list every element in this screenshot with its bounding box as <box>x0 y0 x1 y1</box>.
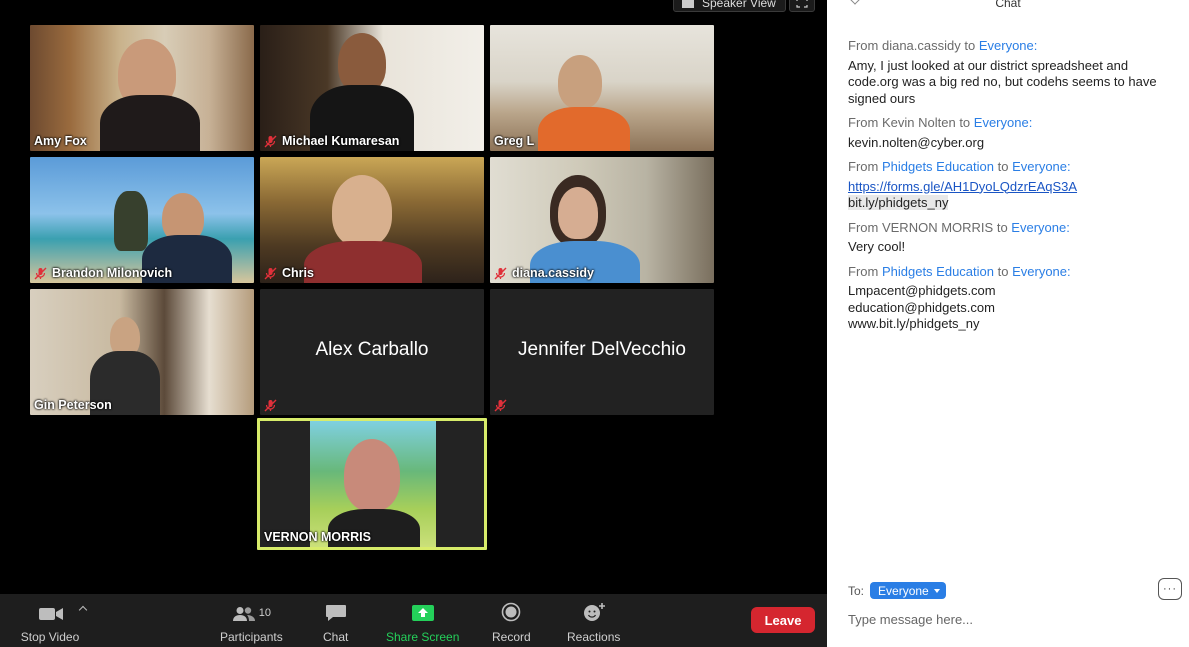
recipient-value: Everyone <box>878 583 929 598</box>
participant-video <box>338 33 386 93</box>
share-screen-icon <box>411 605 434 621</box>
message-text: www.bit.ly/phidgets_ny <box>848 316 980 331</box>
message-header: From VERNON MORRIS to Everyone: <box>848 219 1070 235</box>
message-recipient: Everyone: <box>1011 219 1070 235</box>
chat-message: From diana.cassidy to Everyone: Amy, I j… <box>848 38 1178 107</box>
video-options-caret-icon[interactable] <box>78 605 88 615</box>
background-rock <box>114 191 148 251</box>
video-tile[interactable]: diana.cassidy <box>490 157 714 283</box>
message-link[interactable]: https://forms.gle/AH1DyoLQdzrEAqS3A <box>848 179 1178 196</box>
chat-bubble-icon <box>325 605 346 621</box>
message-recipient: Everyone: <box>973 115 1033 130</box>
speaker-view-label: Speaker View <box>702 0 776 10</box>
message-header: From Phidgets Education to Everyone: <box>848 159 1071 174</box>
participant-head <box>344 439 400 511</box>
share-screen-button[interactable]: Share Screen <box>386 600 459 644</box>
leave-button[interactable]: Leave <box>751 607 815 633</box>
message-sender: Phidgets Education <box>881 159 994 174</box>
participant-name: Chris <box>264 266 314 280</box>
chat-button[interactable]: Chat <box>323 600 348 644</box>
participant-name: Jennifer DelVecchio <box>518 339 686 360</box>
video-tile[interactable]: Chris <box>260 157 484 283</box>
chat-message-input[interactable] <box>848 608 1168 630</box>
message-header: From Phidgets Education to Everyone: <box>848 263 1071 279</box>
participant-body <box>538 107 630 151</box>
participant-name: VERNON MORRIS <box>264 530 371 544</box>
message-text: education@phidgets.com <box>848 299 995 315</box>
message-recipient: Everyone: <box>1012 159 1071 174</box>
record-button[interactable]: Record <box>492 600 531 644</box>
more-options-button[interactable]: ··· <box>1158 578 1182 600</box>
meeting-toolbar: Stop Video 10 Participants Chat Share Sc… <box>0 594 827 647</box>
participant-name: Greg L <box>494 134 535 148</box>
participant-name: Gin Peterson <box>34 398 112 412</box>
chat-title: Chat <box>995 0 1021 10</box>
muted-mic-icon <box>494 267 507 280</box>
participant-name: Alex Carballo <box>315 339 429 360</box>
stop-video-button[interactable]: Stop Video <box>20 600 80 644</box>
participant-video <box>558 187 598 239</box>
chat-panel: Chat From diana.cassidy to Everyone: Amy… <box>827 0 1189 647</box>
zoom-meeting-window: Speaker View Amy Fox Michael Kumaresan G… <box>0 0 1189 647</box>
reactions-button[interactable]: Reactions <box>567 600 620 644</box>
chat-message: From VERNON MORRIS to Everyone: Very coo… <box>848 220 1178 256</box>
muted-mic-icon <box>264 267 277 280</box>
participant-video <box>332 175 392 247</box>
video-gallery: Speaker View Amy Fox Michael Kumaresan G… <box>0 0 827 594</box>
chat-recipient-row: To: Everyone <box>848 582 946 599</box>
video-tile[interactable]: Greg L <box>490 25 714 151</box>
participant-video <box>558 55 602 109</box>
message-text: kevin.nolten@cyber.org <box>848 134 985 150</box>
muted-mic-icon <box>264 399 277 412</box>
message-recipient: Everyone: <box>978 38 1038 53</box>
video-camera-icon <box>39 608 63 620</box>
chevron-down-icon <box>933 588 940 593</box>
chat-message-list[interactable]: From diana.cassidy to Everyone: Amy, I j… <box>848 38 1178 341</box>
video-tile[interactable]: Jennifer DelVecchio <box>490 289 714 415</box>
participant-body <box>100 95 200 151</box>
muted-mic-icon <box>494 399 507 412</box>
speaker-view-button[interactable]: Speaker View <box>673 0 786 12</box>
message-recipient: Everyone: <box>1012 263 1071 279</box>
participant-name: Amy Fox <box>34 134 87 148</box>
message-sender: Phidgets Education <box>881 263 994 279</box>
emoji-plus-icon <box>583 603 605 621</box>
active-speaker-tile[interactable]: VERNON MORRIS <box>257 418 487 550</box>
video-tile[interactable]: Amy Fox <box>30 25 254 151</box>
fullscreen-button[interactable] <box>789 0 815 12</box>
chat-message: From Phidgets Education to Everyone: htt… <box>848 159 1178 212</box>
muted-mic-icon <box>34 267 47 280</box>
video-tile[interactable]: Alex Carballo <box>260 289 484 415</box>
message-text: bit.ly/phidgets_ny <box>848 195 949 210</box>
fullscreen-icon <box>796 0 808 8</box>
to-label: To: <box>848 583 865 598</box>
message-sender: VERNON MORRIS <box>881 219 994 235</box>
chat-message: From Kevin Nolten to Everyone: kevin.nol… <box>848 115 1178 151</box>
message-header: From Kevin Nolten to Everyone: <box>848 115 1033 130</box>
participant-video <box>310 421 436 547</box>
video-tile[interactable]: Gin Peterson <box>30 289 254 415</box>
message-text: Lmpacent@phidgets.com <box>848 283 996 298</box>
message-sender: diana.cassidy <box>881 38 961 53</box>
participant-name: diana.cassidy <box>494 266 594 280</box>
chat-message: From Phidgets Education to Everyone: Lmp… <box>848 264 1178 333</box>
record-icon <box>502 602 521 622</box>
participant-name: Brandon Milonovich <box>34 266 172 280</box>
speaker-view-icon <box>682 0 694 8</box>
message-text: Amy, I just looked at our district sprea… <box>848 57 1157 106</box>
recipient-dropdown[interactable]: Everyone <box>870 582 946 599</box>
message-text: Very cool! <box>848 239 906 254</box>
message-header: From diana.cassidy to Everyone: <box>848 38 1038 53</box>
muted-mic-icon <box>264 135 277 148</box>
participants-count: 10 <box>258 607 271 619</box>
message-sender: Kevin Nolten <box>881 115 956 130</box>
video-tile[interactable]: Brandon Milonovich <box>30 157 254 283</box>
participants-icon <box>232 607 255 621</box>
participants-button[interactable]: 10 Participants <box>220 600 283 644</box>
participant-name: Michael Kumaresan <box>264 134 399 148</box>
participant-body <box>304 241 422 283</box>
video-tile[interactable]: Michael Kumaresan <box>260 25 484 151</box>
